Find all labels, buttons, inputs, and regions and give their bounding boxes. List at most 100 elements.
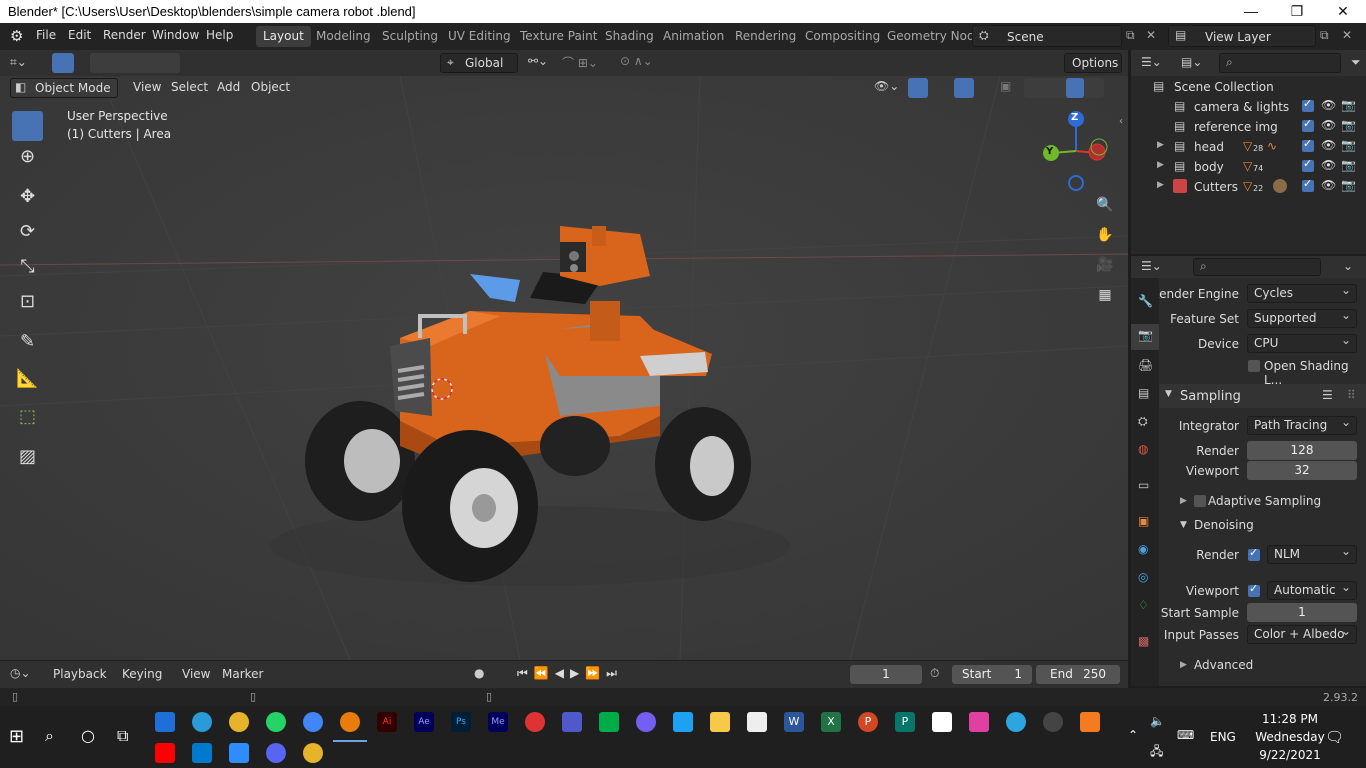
physics-tab-icon[interactable]: ◎: [1138, 570, 1148, 584]
viber-icon[interactable]: [636, 712, 656, 732]
outliner-editor-icon[interactable]: ☰⌄: [1141, 55, 1162, 69]
properties-search-input[interactable]: ⌕: [1193, 258, 1321, 276]
discord-icon[interactable]: [266, 743, 286, 763]
denoise-render-dropdown[interactable]: NLM: [1267, 543, 1357, 564]
menu-edit[interactable]: Edit: [68, 28, 91, 42]
twitter-icon[interactable]: [673, 712, 693, 732]
select-tool-icon[interactable]: [52, 53, 74, 73]
denoise-viewport-dropdown[interactable]: Automatic: [1267, 579, 1357, 600]
gizmo-z-label[interactable]: Z: [1071, 112, 1078, 123]
render-camera-icon[interactable]: 📷: [1341, 158, 1356, 172]
render-camera-icon[interactable]: 📷: [1341, 138, 1356, 152]
options-dropdown[interactable]: Options: [1064, 53, 1122, 73]
expand-arrow-icon[interactable]: ▶: [1180, 496, 1187, 506]
outliner-root[interactable]: ▤ Scene Collection: [1131, 77, 1366, 97]
viewport-menu-select[interactable]: Select: [171, 80, 208, 94]
tray-overflow-icon[interactable]: ⌃: [1128, 728, 1138, 742]
scene-copy-icon[interactable]: ⧉: [1126, 28, 1135, 43]
camera-view-icon[interactable]: 🎥: [1094, 254, 1116, 276]
scene-selector[interactable]: ⛭ Scene: [972, 25, 1122, 47]
transform-tool-icon[interactable]: ⊡: [12, 291, 43, 321]
image-tool-icon[interactable]: ▨: [12, 446, 43, 476]
word-icon[interactable]: W: [784, 712, 804, 732]
xray-icon[interactable]: ▣: [1000, 79, 1011, 93]
menu-window[interactable]: Window: [152, 28, 199, 42]
device-dropdown[interactable]: CPU: [1247, 332, 1357, 353]
scene-tab-icon[interactable]: ⛭: [1138, 414, 1148, 429]
workspace-tab-layout[interactable]: Layout: [256, 26, 311, 47]
file-explorer-icon[interactable]: [710, 712, 730, 732]
eye-icon[interactable]: 👁: [1321, 98, 1336, 112]
visibility-icon[interactable]: 👁⌄: [874, 79, 899, 93]
playback-controls-icon[interactable]: ⏮⏪◀▶⏩⏭: [517, 666, 623, 681]
notifications-icon[interactable]: 🗨: [1325, 728, 1344, 746]
display-mode-icon[interactable]: ▤⌄: [1181, 55, 1202, 69]
properties-options-icon[interactable]: ⌄: [1343, 259, 1353, 273]
editor-type-icon[interactable]: ⌗⌄: [10, 55, 27, 70]
proportional-edit-icon[interactable]: ⊙ ∧⌄: [620, 54, 653, 68]
meet-icon[interactable]: [599, 712, 619, 732]
viewport-menu-add[interactable]: Add: [217, 80, 240, 94]
view-layer-selector[interactable]: ▤ View Layer: [1168, 25, 1316, 47]
workspace-tab-modeling[interactable]: Modeling: [309, 26, 378, 47]
gizmo-y-label[interactable]: Y: [1046, 146, 1053, 157]
windows-start-icon[interactable]: ⊞: [9, 726, 24, 747]
after-effects-icon[interactable]: Ae: [414, 712, 434, 732]
excel-icon[interactable]: X: [821, 712, 841, 732]
outliner-search-input[interactable]: ⌕: [1219, 53, 1341, 73]
telegram-icon[interactable]: [1006, 712, 1026, 732]
object-tab-icon[interactable]: ▣: [1138, 514, 1149, 528]
eye-icon[interactable]: 👁: [1321, 178, 1336, 192]
photoshop-icon[interactable]: Ps: [451, 712, 471, 732]
office-icon[interactable]: [1080, 712, 1100, 732]
chrome-icon[interactable]: [229, 712, 249, 732]
drag-handle-icon[interactable]: ⠿: [1347, 388, 1356, 402]
zoom-icon[interactable]: 🔍: [1094, 194, 1116, 216]
workspace-tab-geometry-nodes[interactable]: Geometry Nod: [880, 26, 982, 47]
steam-icon[interactable]: [1043, 712, 1063, 732]
integrator-dropdown[interactable]: Path Tracing: [1247, 414, 1357, 435]
timeline-menu-playback[interactable]: Playback: [53, 667, 107, 681]
properties-editor-icon[interactable]: ☰⌄: [1141, 259, 1162, 273]
youtube-icon[interactable]: [155, 743, 175, 763]
tool-tab-icon[interactable]: 🔧: [1138, 294, 1153, 308]
timeline-editor-icon[interactable]: ◷⌄: [10, 666, 31, 680]
exclude-checkbox[interactable]: [1302, 157, 1314, 172]
timeline-menu-keying[interactable]: Keying: [122, 667, 162, 681]
search-icon[interactable]: ⌕: [45, 726, 54, 746]
chrome-icon[interactable]: [303, 743, 323, 763]
whatsapp-icon[interactable]: [266, 712, 286, 732]
feature-set-dropdown[interactable]: Supported: [1247, 307, 1357, 328]
expand-arrow-icon[interactable]: ▶: [1157, 160, 1164, 170]
mail-icon[interactable]: [155, 712, 175, 732]
selection-mode-buttons[interactable]: [90, 53, 180, 73]
gizmo-toggle-icon[interactable]: [908, 78, 928, 98]
viewport-samples-field[interactable]: 32: [1247, 461, 1357, 480]
view-layer-tab-icon[interactable]: ▤: [1138, 386, 1149, 400]
edge-icon[interactable]: [192, 712, 212, 732]
end-frame-field[interactable]: End 250: [1036, 665, 1120, 684]
illustrator-icon[interactable]: Ai: [377, 712, 397, 732]
record-icon[interactable]: ●: [474, 666, 484, 680]
texture-tab-icon[interactable]: ▩: [1138, 634, 1149, 648]
pan-hand-icon[interactable]: ✋: [1094, 224, 1116, 246]
collection-tab-icon[interactable]: ▭: [1138, 478, 1149, 492]
rotate-tool-icon[interactable]: ⟳: [12, 221, 43, 251]
select-box-tool-icon[interactable]: [12, 111, 43, 141]
google-icon[interactable]: [303, 712, 323, 732]
expand-arrow-icon[interactable]: ▶: [1180, 660, 1187, 670]
render-tab-icon[interactable]: 📷: [1131, 324, 1159, 350]
measure-tool-icon[interactable]: 📐: [12, 368, 43, 398]
viewport-menu-object[interactable]: Object: [251, 80, 290, 94]
stopwatch-icon[interactable]: ⏱: [930, 666, 939, 681]
collapse-arrow-icon[interactable]: ▼: [1180, 520, 1187, 530]
blender-logo-icon[interactable]: ⚙: [10, 27, 23, 45]
maximize-button[interactable]: ❐: [1274, 0, 1320, 23]
eye-icon[interactable]: 👁: [1321, 118, 1336, 132]
world-tab-icon[interactable]: ◍: [1138, 442, 1148, 456]
add-cube-tool-icon[interactable]: ⬚: [12, 406, 43, 436]
pivot-point-icon[interactable]: ⚯⌄: [528, 54, 548, 68]
eye-icon[interactable]: 👁: [1321, 158, 1336, 172]
notepad-icon[interactable]: [932, 712, 952, 732]
blender-app-icon[interactable]: [340, 712, 360, 732]
